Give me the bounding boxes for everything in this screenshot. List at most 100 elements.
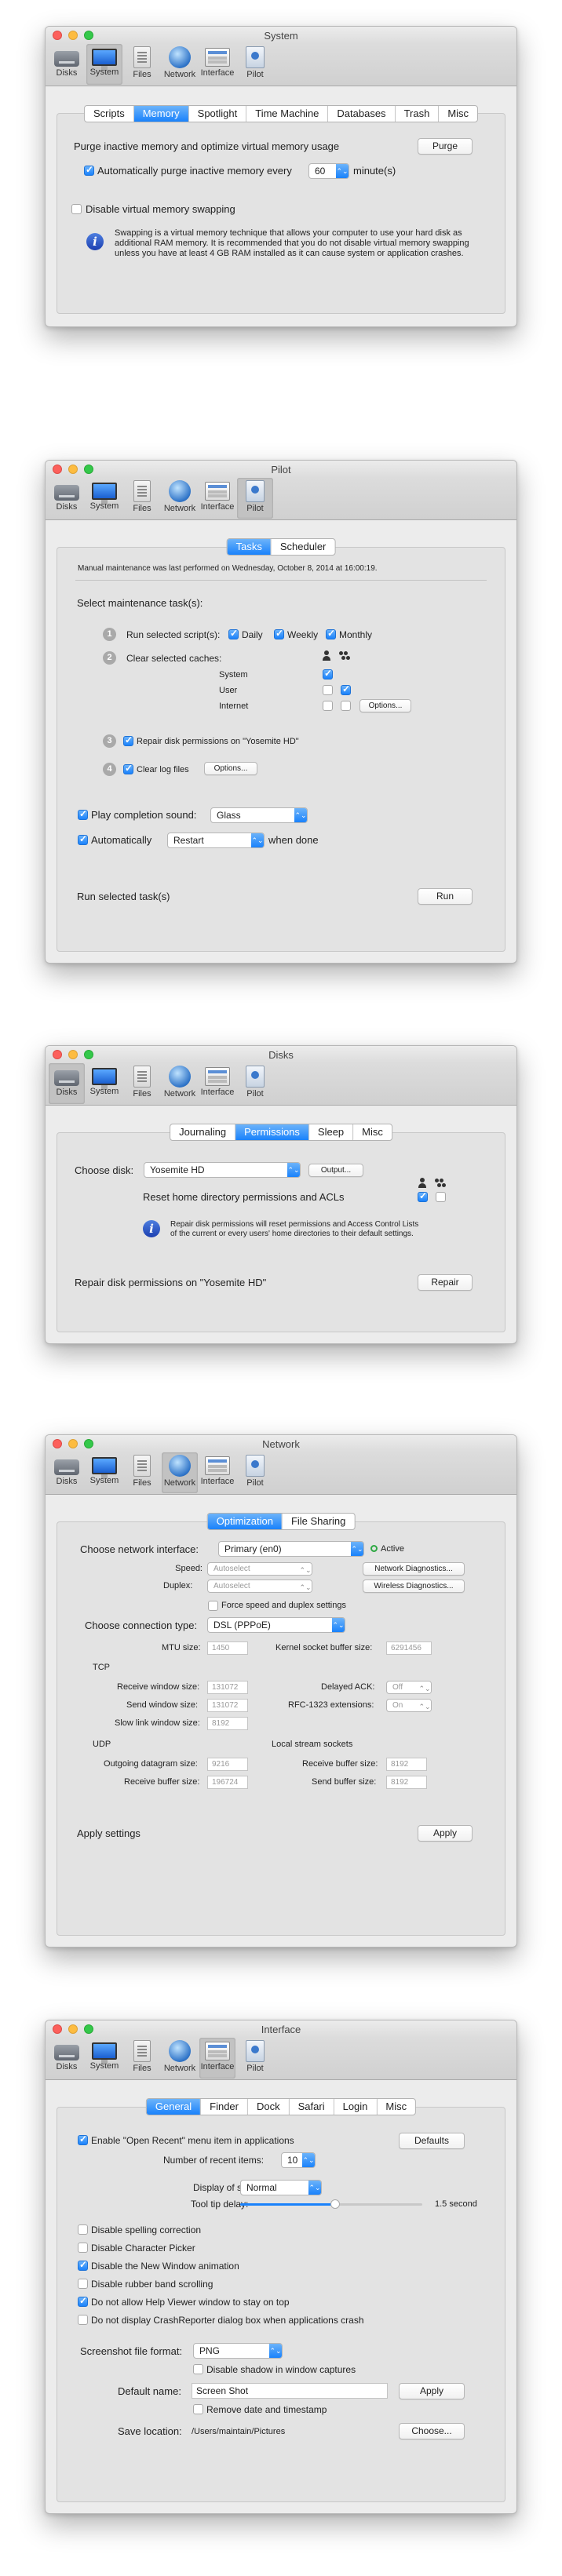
interface-select[interactable]: Primary (en0) ⌃⌄ [218,1541,364,1557]
repair-button[interactable]: Repair [418,1274,473,1291]
tab-scripts[interactable]: Scripts [85,106,133,122]
tab-tasks[interactable]: Tasks [227,539,271,555]
toolbar-network[interactable]: Network [162,478,198,519]
tab-misc[interactable]: Misc [438,106,477,122]
toolbar-interface[interactable]: Interface [199,1452,235,1493]
tab-spotlight[interactable]: Spotlight [188,106,246,122]
disable-char-picker-checkbox[interactable] [78,2243,88,2253]
disable-swap-checkbox[interactable] [71,204,82,214]
shot-format-select[interactable]: PNG ⌃⌄ [193,2343,283,2359]
tab-scheduler[interactable]: Scheduler [270,539,335,555]
toolbar-interface[interactable]: Interface [199,44,235,85]
sheets-select[interactable]: Normal ⌃⌄ [240,2180,322,2195]
connection-type-select[interactable]: DSL (PPPoE) ⌃⌄ [207,1617,345,1633]
send-window-field[interactable]: 131072 [207,1699,248,1712]
toolbar-interface[interactable]: Interface [199,478,235,519]
auto-action-checkbox[interactable] [78,833,88,845]
toolbar-disks[interactable]: Disks [49,1063,85,1104]
toolbar-system[interactable]: System [86,478,122,519]
toolbar-files[interactable]: Files [124,44,160,85]
tab-permissions[interactable]: Permissions [235,1124,308,1140]
disable-spelling-checkbox[interactable] [78,2224,88,2235]
repair-perm-checkbox[interactable] [123,734,133,746]
toolbar-pilot[interactable]: Pilot [237,1452,273,1493]
force-speed-checkbox[interactable] [208,1601,218,1611]
toolbar-network[interactable]: Network [162,1452,198,1493]
disable-shadow-checkbox[interactable] [193,2364,203,2374]
tab-sleep[interactable]: Sleep [308,1124,352,1140]
slow-link-field[interactable]: 8192 [207,1717,248,1730]
cache-system-checkbox[interactable] [323,668,333,680]
tab-finder[interactable]: Finder [200,2099,247,2115]
play-sound-checkbox[interactable] [78,808,88,820]
defaults-button[interactable]: Defaults [399,2133,465,2149]
ls-send-field[interactable]: 8192 [386,1776,427,1789]
toolbar-network[interactable]: Network [162,44,198,85]
apply-button[interactable]: Apply [418,1825,473,1842]
auto-purge-checkbox[interactable] [84,164,94,176]
reset-all-checkbox[interactable] [436,1192,446,1202]
tab-time-machine[interactable]: Time Machine [246,106,327,122]
restart-select[interactable]: Restart ⌃⌄ [167,833,265,848]
cache-user-all-checkbox[interactable] [341,683,351,695]
toolbar-system[interactable]: System [86,44,122,85]
crash-reporter-checkbox[interactable] [78,2315,88,2325]
num-recent-select[interactable]: 10 ⌃⌄ [281,2152,316,2168]
delayed-ack-select[interactable]: Off ⌃⌄ [386,1681,432,1694]
cache-user-checkbox[interactable] [323,685,333,695]
apply-name-button[interactable]: Apply [399,2383,465,2399]
network-diagnostics-button[interactable]: Network Diagnostics... [363,1562,465,1576]
toolbar-network[interactable]: Network [162,1063,198,1104]
toolbar-network[interactable]: Network [162,2038,198,2079]
toolbar-interface[interactable]: Interface [199,1063,235,1104]
toolbar-pilot[interactable]: Pilot [237,2038,273,2079]
ls-recv-field[interactable]: 8192 [386,1758,427,1771]
daily-checkbox[interactable] [228,628,239,639]
tab-journaling[interactable]: Journaling [170,1124,235,1140]
toolbar-system[interactable]: System [86,1063,122,1104]
cache-internet-checkbox[interactable] [323,701,333,711]
toolbar-pilot[interactable]: Pilot [237,44,273,85]
toolbar-disks[interactable]: Disks [49,2038,85,2079]
toolbar-system[interactable]: System [86,2038,122,2079]
tab-optimization[interactable]: Optimization [207,1514,282,1529]
toolbar-pilot[interactable]: Pilot [237,1063,273,1104]
tab-safari[interactable]: Safari [288,2099,334,2115]
toolbar-files[interactable]: Files [124,1452,160,1493]
tab-trash[interactable]: Trash [394,106,439,122]
tab-file-sharing[interactable]: File Sharing [281,1514,354,1529]
monthly-checkbox[interactable] [326,628,336,639]
slider-knob[interactable] [330,2199,340,2209]
cache-internet-all-checkbox[interactable] [341,701,351,711]
duplex-select[interactable]: Autoselect ⌃⌄ [207,1579,312,1593]
toolbar-system[interactable]: System [86,1452,122,1493]
toolbar-files[interactable]: Files [124,478,160,519]
tab-misc[interactable]: Misc [352,1124,392,1140]
clear-logs-checkbox[interactable] [123,763,133,774]
mtu-field[interactable]: 1450 [207,1641,248,1655]
speed-select[interactable]: Autoselect ⌃⌄ [207,1562,312,1576]
cache-options-button[interactable]: Options... [359,699,411,712]
toolbar-files[interactable]: Files [124,1063,160,1104]
tab-misc[interactable]: Misc [376,2099,415,2115]
remove-date-checkbox[interactable] [193,2404,203,2414]
rfc1323-select[interactable]: On ⌃⌄ [386,1699,432,1712]
wireless-diagnostics-button[interactable]: Wireless Diagnostics... [363,1579,465,1593]
tab-databases[interactable]: Databases [327,106,394,122]
open-recent-checkbox[interactable] [78,2133,88,2145]
tab-memory[interactable]: Memory [133,106,188,122]
reset-user-checkbox[interactable] [418,1190,428,1202]
kernel-buffer-field[interactable]: 6291456 [386,1641,432,1655]
tab-dock[interactable]: Dock [246,2099,289,2115]
default-name-input[interactable]: Screen Shot [192,2383,388,2399]
toolbar-pilot[interactable]: Pilot [237,478,273,519]
tooltip-delay-slider[interactable] [240,2199,422,2209]
disable-rubber-band-checkbox[interactable] [78,2279,88,2289]
toolbar-disks[interactable]: Disks [49,478,85,519]
toolbar-disks[interactable]: Disks [49,44,85,85]
purge-button[interactable]: Purge [418,138,473,155]
disable-new-window-anim-checkbox[interactable] [78,2259,88,2271]
tab-general[interactable]: General [146,2099,201,2115]
output-button[interactable]: Output... [308,1164,363,1177]
disk-select[interactable]: Yosemite HD ⌃⌄ [144,1162,301,1178]
